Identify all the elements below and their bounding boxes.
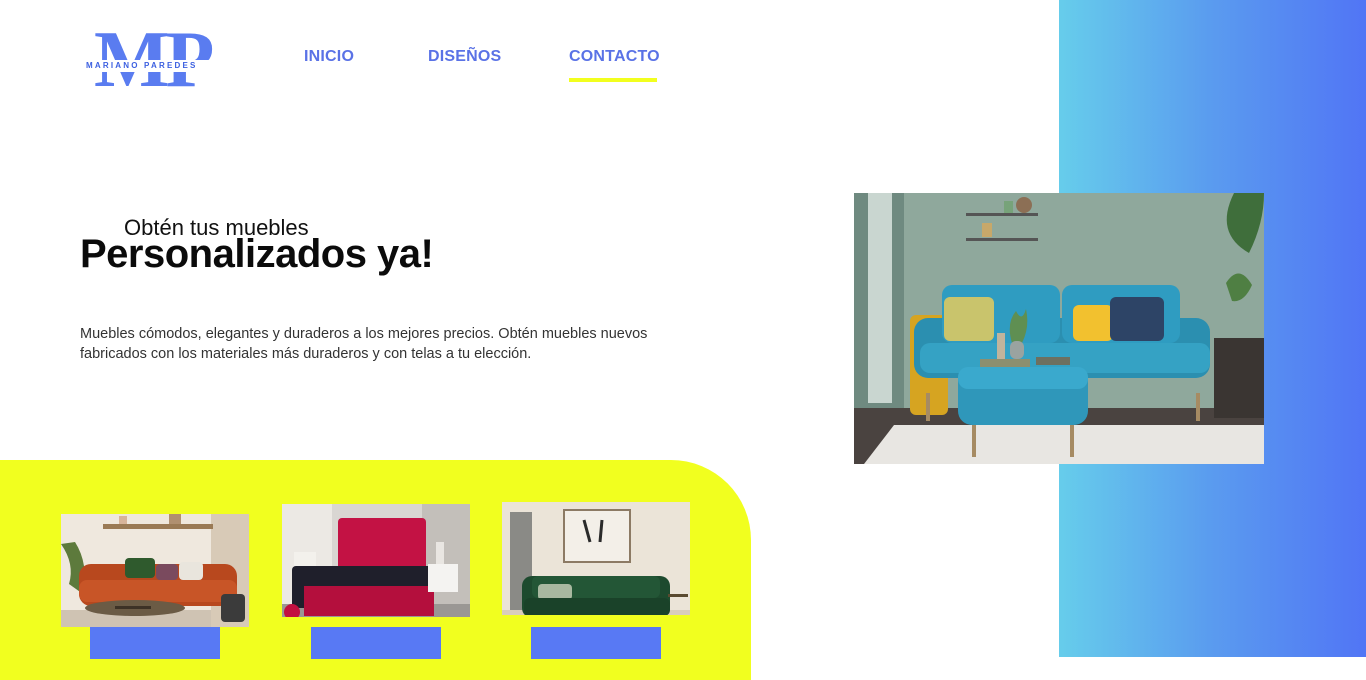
card-button-1[interactable] [90,627,220,659]
card-button-2[interactable] [311,627,441,659]
nav-item-disenos[interactable]: DISEÑOS [428,48,501,66]
living-room-illustration [854,193,1264,464]
green-sofa-illustration [502,502,690,615]
product-image-red-bed[interactable] [282,504,470,617]
logo[interactable]: MP MARIANO PAREDES [86,20,226,100]
logo-name: MARIANO PAREDES [86,60,226,72]
hero-living-room-image [854,193,1264,464]
red-bed-illustration [282,504,470,617]
product-image-orange-sofa[interactable] [61,514,249,627]
hero-title: Personalizados ya! [80,232,434,276]
active-nav-underline [569,78,657,82]
card-button-3[interactable] [531,627,661,659]
product-image-green-sofa[interactable] [502,502,690,615]
nav-item-contacto[interactable]: CONTACTO [569,48,660,66]
orange-sofa-illustration [61,514,249,627]
hero-description: Muebles cómodos, elegantes y duraderos a… [80,326,648,362]
nav-item-inicio[interactable]: INICIO [304,48,354,66]
